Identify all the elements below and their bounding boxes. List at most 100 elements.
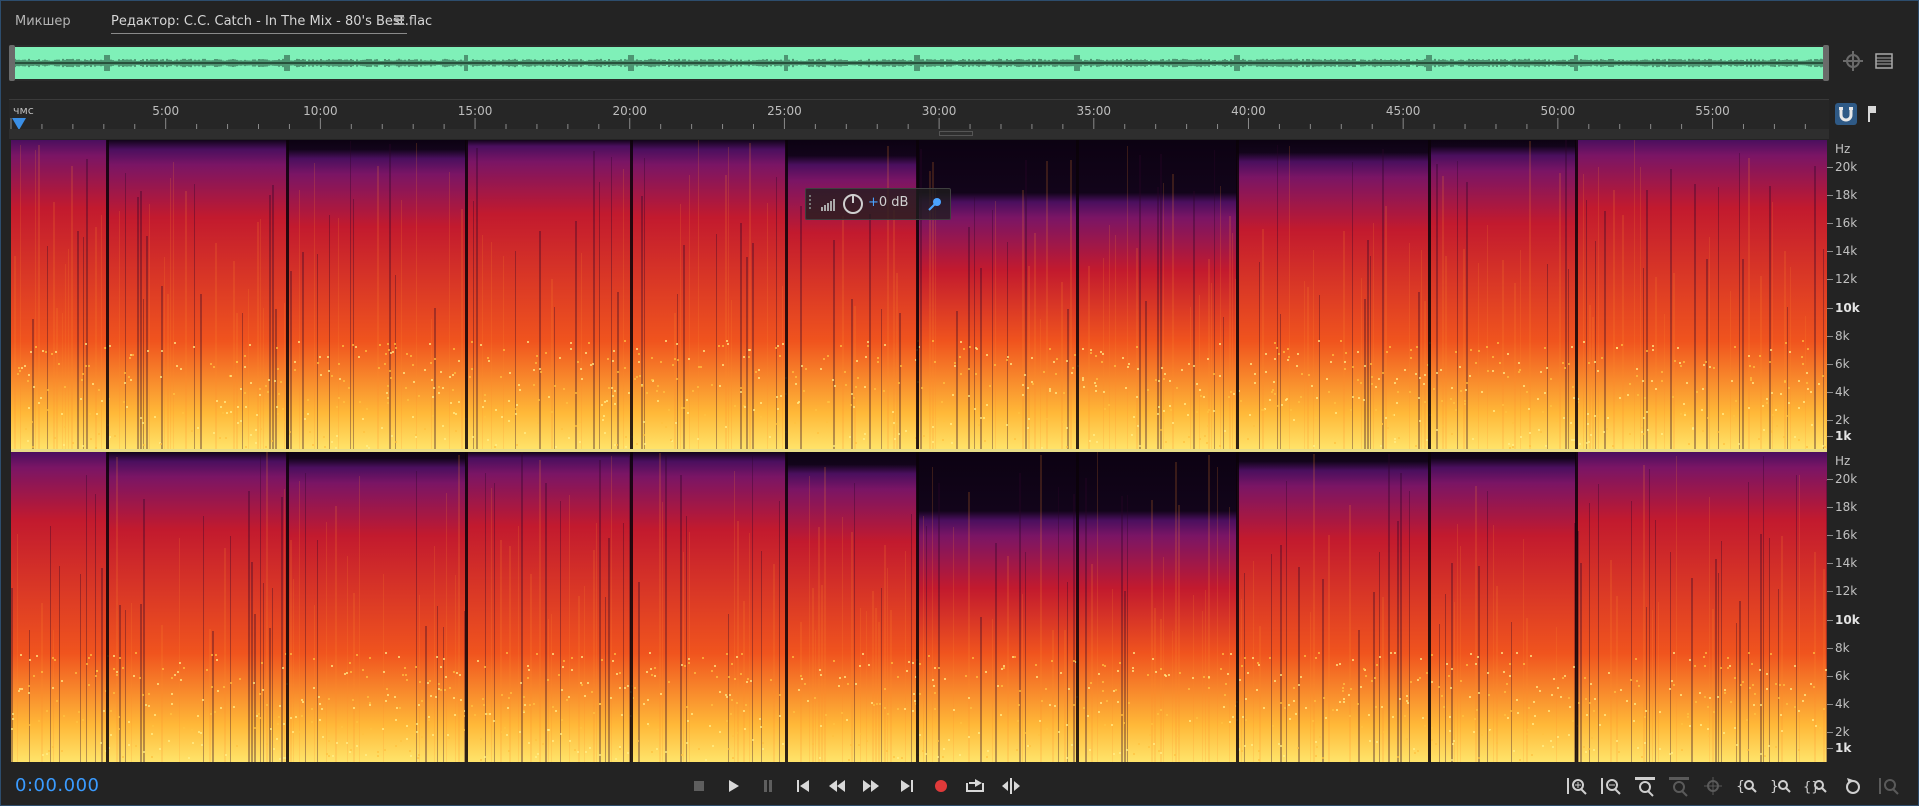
spectrogram-segment [11, 140, 107, 450]
track-boundary [916, 140, 919, 450]
hud-drag-grip[interactable] [809, 195, 813, 213]
marker-flag-icon[interactable] [1865, 105, 1879, 123]
stop-button[interactable] [687, 775, 711, 797]
frequency-label: 8k [1835, 641, 1850, 655]
ruler-label: 40:00 [1231, 104, 1266, 118]
frequency-label: 4k [1835, 697, 1850, 711]
zoom-out-amplitude-icon[interactable] [1599, 775, 1623, 797]
active-tab-indicator [111, 33, 407, 34]
frequency-label: 18k [1835, 500, 1858, 514]
ruler-label: 10:00 [303, 104, 338, 118]
gain-value[interactable]: +0 dB [868, 195, 908, 210]
track-boundary [286, 452, 289, 762]
zoom-full-icon[interactable] [1877, 775, 1901, 797]
track-boundary [785, 452, 788, 762]
gain-knob-icon[interactable] [842, 193, 864, 215]
track-boundary [106, 452, 109, 762]
magnet-icon[interactable] [1835, 103, 1857, 125]
gain-sign: + [868, 195, 879, 210]
loop-playback-button[interactable] [963, 775, 987, 797]
zoom-reset-icon[interactable] [1841, 775, 1865, 797]
spectrogram-segment [917, 140, 1077, 450]
overview-right-handle[interactable] [1823, 45, 1829, 81]
frequency-tick [1827, 535, 1833, 536]
frequency-axis-right[interactable]: Hz 20k 18k 16k 14k 12k 10k 8k 6k 4k 2k 1k [1827, 452, 1918, 762]
spectrogram-segment [631, 452, 786, 762]
track-boundary [785, 140, 788, 450]
track-boundary [465, 140, 468, 450]
tab-editor[interactable]: Редактор: C.C. Catch - In The Mix - 80's… [111, 11, 432, 33]
pin-icon[interactable] [926, 195, 944, 213]
play-button[interactable] [721, 775, 745, 797]
ruler-label: 15:00 [457, 104, 493, 118]
zoom-in-left-icon[interactable]: { [1735, 775, 1759, 797]
frequency-label: 20k [1835, 472, 1858, 486]
skip-to-end-button[interactable] [895, 775, 919, 797]
fast-forward-button[interactable] [859, 775, 883, 797]
track-boundary [1428, 452, 1431, 762]
frequency-tick [1827, 620, 1833, 621]
spectrogram-segment [466, 140, 631, 450]
zoom-selection-edges-icon[interactable]: {} [1803, 775, 1827, 797]
hamburger-icon[interactable] [394, 15, 404, 27]
track-boundary [1575, 140, 1578, 450]
zoom-crosshair-icon[interactable] [1841, 49, 1865, 73]
frequency-label: 8k [1835, 329, 1850, 343]
pause-button[interactable] [756, 775, 780, 797]
time-ruler[interactable]: чмс 5:00 10:00 15:00 20:00 25:00 30:00 35:00 40… [9, 99, 1829, 131]
ruler-label: 50:00 [1540, 104, 1576, 118]
spectrogram-channel-left[interactable] [11, 140, 1827, 450]
gain-hud[interactable]: +0 dB [805, 188, 951, 220]
frequency-tick [1827, 364, 1833, 365]
spectrogram-segment [631, 140, 786, 450]
spectrogram-channel-right[interactable] [11, 452, 1827, 762]
frequency-axis-left[interactable]: Hz 20k 18k 16k 14k 12k 10k 8k 6k 4k 2k 1k [1827, 140, 1918, 450]
track-boundary [630, 452, 633, 762]
scrollbar-grip[interactable] [939, 131, 973, 136]
zoom-in-right-icon[interactable]: } [1769, 775, 1793, 797]
frequency-unit-label: Hz [1835, 142, 1851, 156]
rewind-button[interactable] [825, 775, 849, 797]
frequency-label: 12k [1835, 272, 1858, 286]
frequency-tick [1827, 436, 1833, 437]
horizontal-scrollbar[interactable] [9, 129, 1829, 139]
zoom-in-amplitude-icon[interactable] [1565, 775, 1589, 797]
ruler-unit-label: чмс [13, 104, 34, 117]
track-boundary [1076, 140, 1079, 450]
zoom-to-selection-icon[interactable] [1633, 775, 1657, 797]
frequency-label: 4k [1835, 385, 1850, 399]
tab-mixer[interactable]: Микшер [15, 11, 71, 33]
frequency-unit-label: Hz [1835, 454, 1851, 468]
overview-waveform-graphic [11, 55, 1827, 71]
frequency-label: 18k [1835, 188, 1858, 202]
frequency-label: 16k [1835, 528, 1858, 542]
skip-selection-button[interactable] [999, 775, 1023, 797]
spectrogram-segment [1576, 452, 1827, 762]
track-boundary [1076, 452, 1079, 762]
frequency-label: 20k [1835, 160, 1858, 174]
panel-menu-icon[interactable] [1875, 53, 1893, 69]
overview-navigator[interactable] [9, 45, 1829, 81]
overview-waveform[interactable] [11, 47, 1827, 79]
panel-tabs: Микшер Редактор: C.C. Catch - In The Mix… [1, 1, 1918, 39]
current-time-display[interactable]: 0:00.000 [15, 775, 100, 796]
frequency-label: 1k [1835, 429, 1852, 443]
record-button[interactable] [929, 775, 953, 797]
svg-text:{: { [1736, 779, 1745, 795]
frequency-label: 6k [1835, 669, 1850, 683]
frequency-tick [1827, 748, 1833, 749]
spectrogram-segment [1237, 140, 1429, 450]
frequency-label: 2k [1835, 725, 1850, 739]
ruler-label: 5:00 [152, 104, 180, 118]
frequency-label: 10k [1835, 613, 1860, 627]
ruler-label: 35:00 [1076, 104, 1112, 118]
frequency-tick [1827, 648, 1833, 649]
frequency-tick [1827, 336, 1833, 337]
overview-left-handle[interactable] [9, 45, 15, 81]
zoom-out-full-icon[interactable] [1667, 775, 1691, 797]
track-boundary [630, 140, 633, 450]
frequency-tick [1827, 308, 1833, 309]
zoom-center-icon[interactable] [1701, 775, 1725, 797]
frequency-label: 14k [1835, 244, 1858, 258]
skip-to-start-button[interactable] [791, 775, 815, 797]
